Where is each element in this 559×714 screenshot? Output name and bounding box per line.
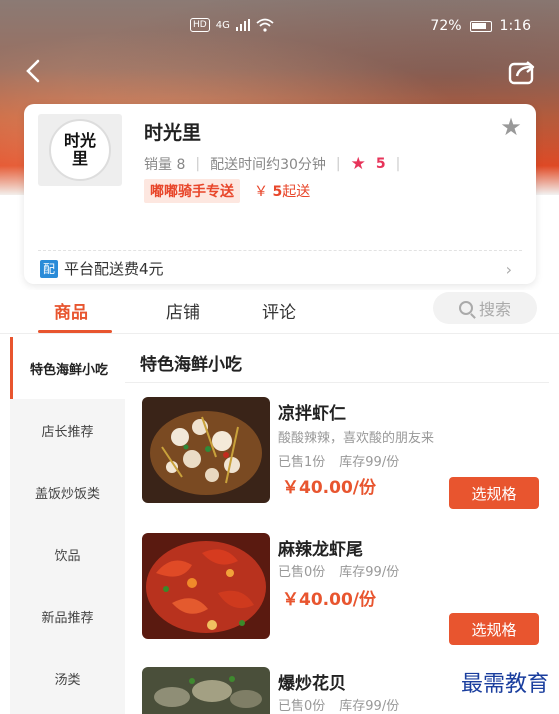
select-spec-button[interactable]: 选规格: [449, 613, 539, 645]
battery-icon: [469, 20, 492, 32]
product-stats: 已售0份 库存99/份: [278, 695, 399, 714]
product-stock: 库存99/份: [339, 455, 400, 470]
product-price: ￥40.00/份: [282, 590, 376, 610]
section-divider: [125, 382, 549, 383]
shop-page: HD 4G 72% 1:16 时光 里 时光里 ★ 销量 8 | 配送时间约30…: [0, 0, 559, 714]
shop-info-card[interactable]: 时光 里 时光里 ★ 销量 8 | 配送时间约30分钟 | ★ 5 | 嘟嘟骑手…: [24, 104, 536, 284]
search-button[interactable]: 搜索: [433, 292, 537, 324]
share-icon: [508, 61, 535, 85]
favorite-star-icon[interactable]: ★: [498, 114, 524, 140]
delivery-time: 配送时间约30分钟: [210, 157, 326, 173]
rating-star-icon: ★: [350, 154, 366, 174]
card-divider: [38, 250, 522, 251]
tab-products[interactable]: 商品: [54, 298, 88, 323]
delivery-fee-row[interactable]: 配 平台配送费4元: [40, 258, 164, 279]
shop-logo-mark: 时光 里: [49, 119, 111, 181]
shop-logo: 时光 里: [38, 114, 122, 186]
section-title: 特色海鲜小吃: [140, 355, 242, 375]
category-sidebar: 特色海鲜小吃 店长推荐 盖饭炒饭类 饮品 新品推荐 汤类: [10, 337, 125, 714]
product-desc: 酸酸辣辣，喜欢酸的朋友来: [278, 431, 435, 446]
status-left: HD 4G: [190, 18, 274, 32]
product-item[interactable]: 麻辣龙虾尾 已售0份 库存99/份 ￥40.00/份 选规格: [142, 533, 547, 653]
logo-text-bottom: 里: [71, 149, 88, 168]
tab-reviews[interactable]: 评论: [262, 298, 296, 323]
divider: |: [335, 156, 341, 172]
status-right: 72% 1:16: [430, 18, 531, 34]
category-item[interactable]: 店长推荐: [10, 399, 125, 461]
shop-tags: 嘟嘟骑手专送 ￥ 5起送: [144, 179, 310, 203]
product-image: [142, 667, 270, 714]
product-stock: 库存99/份: [339, 565, 400, 580]
watermark: 最需教育: [460, 672, 549, 697]
tab-indicator: [38, 330, 112, 333]
product-name: 凉拌虾仁: [278, 404, 346, 424]
divider: |: [395, 156, 401, 172]
product-sold: 已售1份: [278, 455, 326, 470]
product-item[interactable]: 凉拌虾仁 酸酸辣辣，喜欢酸的朋友来 已售1份 库存99/份 ￥40.00/份 选…: [142, 397, 547, 517]
category-item[interactable]: 新品推荐: [10, 585, 125, 647]
min-order-suffix: 起送: [282, 184, 311, 200]
product-sold: 已售0份: [278, 699, 326, 714]
signal-icon: [235, 19, 250, 31]
product-stats: 已售0份 库存99/份: [278, 561, 399, 580]
product-sold: 已售0份: [278, 565, 326, 580]
tab-bar: 商品 店铺 评论 搜索: [0, 290, 559, 334]
shop-meta: 销量 8 | 配送时间约30分钟 | ★ 5 |: [144, 154, 400, 174]
product-name: 爆炒花贝: [278, 674, 346, 694]
battery-percent: 72%: [430, 18, 462, 34]
category-item[interactable]: 汤类: [10, 647, 125, 709]
rider-tag: 嘟嘟骑手专送: [144, 179, 240, 203]
status-bar: HD 4G 72% 1:16: [0, 0, 559, 46]
search-icon: [458, 301, 473, 315]
logo-text-top: 时光: [63, 131, 96, 150]
delivery-fee: 平台配送费4元: [64, 260, 164, 278]
divider: |: [195, 156, 201, 172]
rating-value: 5: [375, 156, 386, 172]
share-button[interactable]: [507, 58, 537, 86]
select-spec-button[interactable]: 选规格: [449, 477, 539, 509]
clock-time: 1:16: [499, 18, 531, 34]
product-stats: 已售1份 库存99/份: [278, 451, 399, 470]
category-item[interactable]: 特色海鲜小吃: [10, 337, 125, 399]
product-name: 麻辣龙虾尾: [278, 540, 363, 560]
hd-icon: HD: [190, 18, 210, 32]
product-stock: 库存99/份: [339, 699, 400, 714]
min-order: ￥ 5起送: [254, 181, 310, 201]
network-label: 4G: [215, 19, 230, 31]
product-image: [142, 533, 270, 639]
tab-shop[interactable]: 店铺: [166, 298, 200, 323]
search-label: 搜索: [478, 300, 511, 319]
sales-count: 销量 8: [144, 157, 186, 173]
product-image: [142, 397, 270, 503]
category-item[interactable]: 饮品: [10, 523, 125, 585]
chevron-right-icon: ›: [505, 260, 512, 279]
wifi-icon: [256, 18, 274, 32]
chevron-left-icon: [26, 59, 40, 83]
shop-name: 时光里: [144, 122, 202, 144]
min-order-symbol: ￥: [254, 184, 268, 200]
category-item[interactable]: 盖饭炒饭类: [10, 461, 125, 523]
product-price: ￥40.00/份: [282, 478, 376, 498]
delivery-badge: 配: [40, 259, 58, 278]
back-button[interactable]: [22, 58, 48, 84]
min-order-value: 5: [272, 184, 283, 200]
